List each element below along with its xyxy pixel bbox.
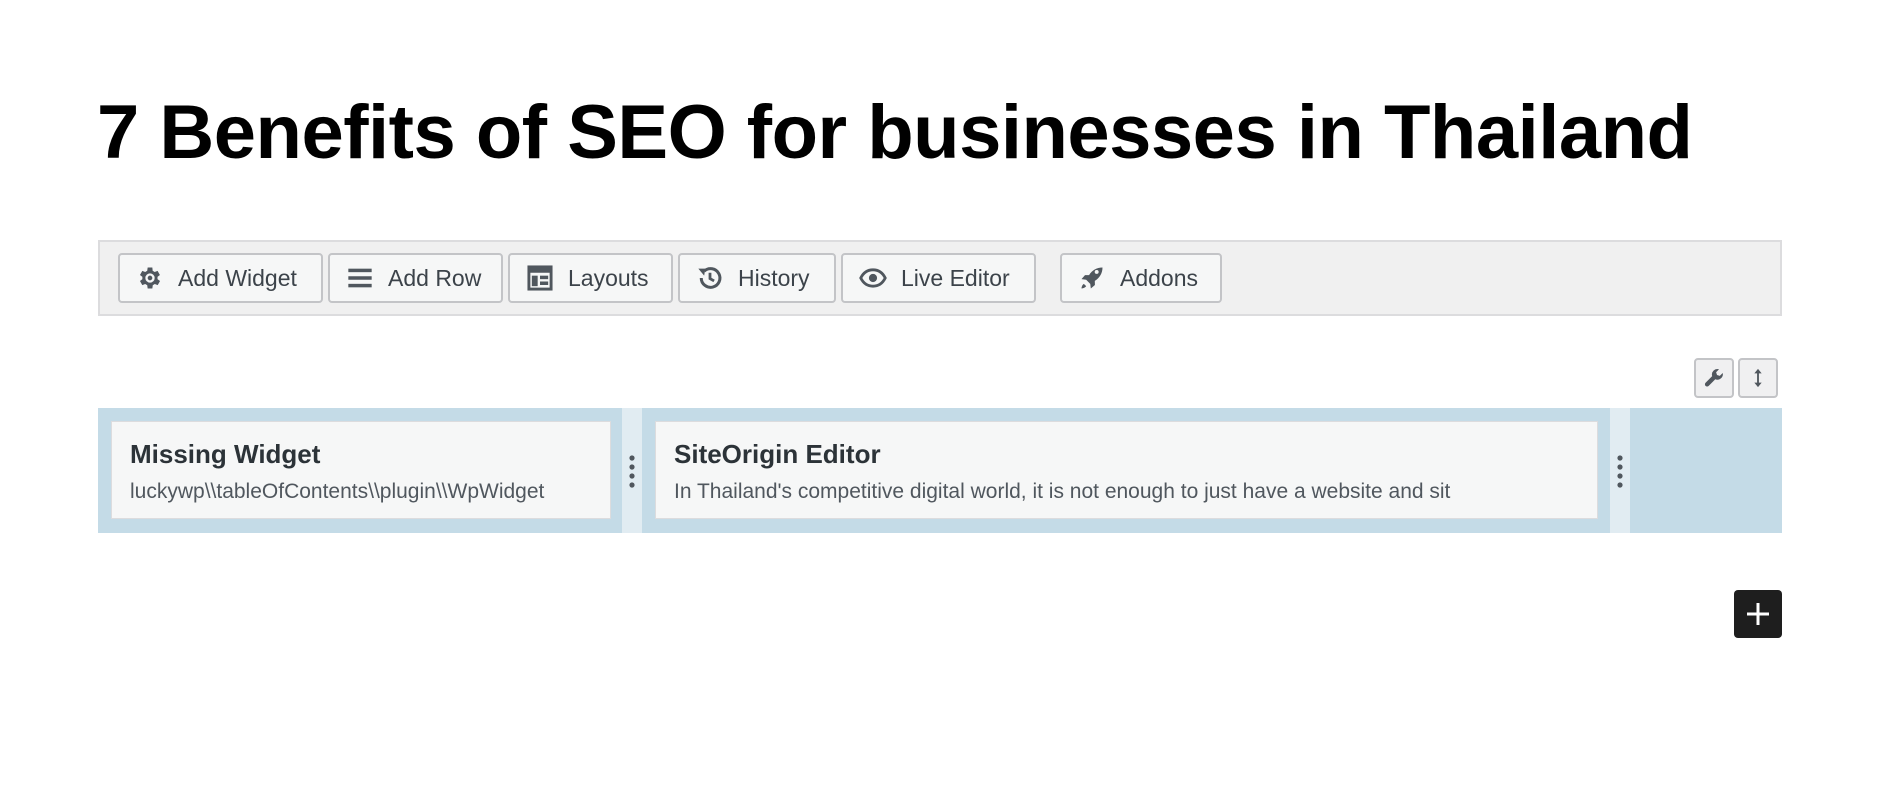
row-cell-1[interactable]: Missing Widget luckywp\\tableOfContents\… xyxy=(98,408,622,533)
add-row-label: Add Row xyxy=(388,264,482,291)
hamburger-icon xyxy=(346,264,374,292)
layouts-label: Layouts xyxy=(568,264,649,291)
rocket-icon xyxy=(1078,264,1106,292)
page-builder-page: 7 Benefits of SEO for businesses in Thai… xyxy=(0,0,1884,808)
siteorigin-editor-card[interactable]: SiteOrigin Editor In Thailand's competit… xyxy=(655,421,1598,519)
drag-handle-icon xyxy=(629,454,635,488)
plus-icon xyxy=(1745,601,1771,627)
add-widget-label: Add Widget xyxy=(178,264,297,291)
layouts-button[interactable]: Layouts xyxy=(508,253,673,303)
cell-resize-handle[interactable] xyxy=(622,408,642,533)
page-builder-row[interactable]: Missing Widget luckywp\\tableOfContents\… xyxy=(98,408,1782,533)
widget-title: Missing Widget xyxy=(130,439,321,469)
history-button[interactable]: History xyxy=(678,253,836,303)
history-label: History xyxy=(738,264,810,291)
widget-description: luckywp\\tableOfContents\\plugin\\WpWidg… xyxy=(130,480,545,503)
layout-icon xyxy=(526,264,554,292)
cell-resize-handle[interactable] xyxy=(1610,408,1630,533)
wrench-icon xyxy=(1703,367,1725,389)
live-editor-button[interactable]: Live Editor xyxy=(841,253,1036,303)
history-icon xyxy=(696,264,724,292)
addons-button[interactable]: Addons xyxy=(1060,253,1222,303)
drag-handle-icon xyxy=(1617,454,1623,488)
move-vertical-icon xyxy=(1747,367,1769,389)
add-row-button[interactable]: Add Row xyxy=(328,253,503,303)
widget-title: SiteOrigin Editor xyxy=(674,439,881,469)
gear-icon xyxy=(136,264,164,292)
addons-label: Addons xyxy=(1120,264,1199,291)
page-builder-toolbar: Add Widget Add Row Layouts History Live xyxy=(98,240,1782,316)
row-edit-button[interactable] xyxy=(1694,358,1734,398)
row-cell-3[interactable] xyxy=(1630,408,1782,533)
live-editor-label: Live Editor xyxy=(901,264,1010,291)
missing-widget-card[interactable]: Missing Widget luckywp\\tableOfContents\… xyxy=(111,421,611,519)
eye-icon xyxy=(859,264,887,292)
add-widget-button[interactable]: Add Widget xyxy=(118,253,323,303)
row-cell-2[interactable]: SiteOrigin Editor In Thailand's competit… xyxy=(642,408,1610,533)
add-block-button[interactable] xyxy=(1734,590,1782,638)
post-title[interactable]: 7 Benefits of SEO for businesses in Thai… xyxy=(97,88,1693,178)
row-move-button[interactable] xyxy=(1738,358,1778,398)
widget-description: In Thailand's competitive digital world,… xyxy=(674,480,1451,503)
